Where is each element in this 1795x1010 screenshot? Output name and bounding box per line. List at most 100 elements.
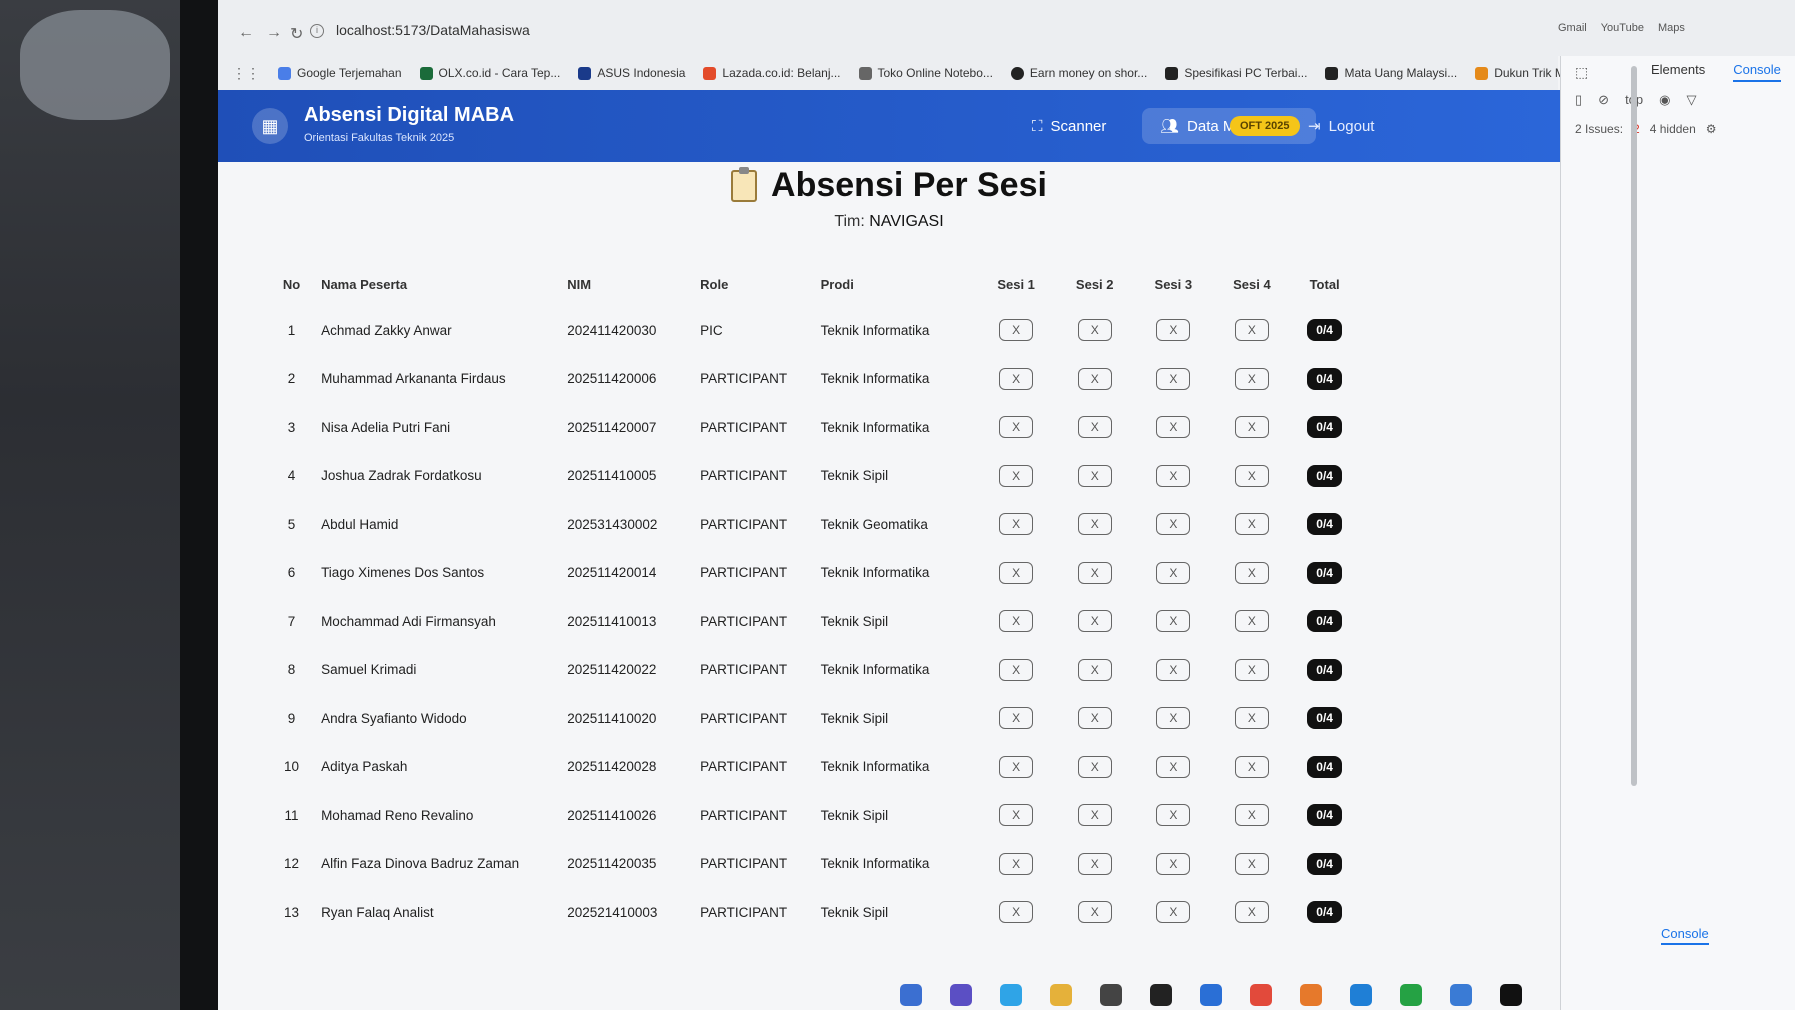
back-icon[interactable]: ← (238, 24, 254, 42)
absent-mark-button[interactable]: X (1077, 464, 1112, 487)
eye-icon[interactable]: ◉ (1659, 92, 1670, 108)
bookmark-item[interactable]: Lazada.co.id: Belanj... (703, 66, 841, 80)
absent-mark-button[interactable]: X (1156, 852, 1191, 875)
absent-mark-button[interactable]: X (1234, 755, 1269, 778)
taskbar-app-icon[interactable] (950, 984, 972, 1006)
absent-mark-button[interactable]: X (1234, 901, 1269, 924)
absent-mark-button[interactable]: X (999, 901, 1034, 924)
taskbar-app-icon[interactable] (1450, 984, 1472, 1006)
sidebar-toggle-icon[interactable]: ▯ (1575, 92, 1582, 108)
absent-mark-button[interactable]: X (999, 707, 1034, 730)
absent-mark-button[interactable]: X (999, 464, 1034, 487)
taskbar-app-icon[interactable] (1350, 984, 1372, 1006)
absent-mark-button[interactable]: X (1077, 901, 1112, 924)
absent-mark-button[interactable]: X (1156, 610, 1191, 633)
absent-mark-button[interactable]: X (1156, 319, 1191, 342)
url-field[interactable]: localhost:5173/DataMahasiswa (336, 22, 530, 38)
devtools-tabs: Elements Console (1651, 62, 1781, 82)
tab-elements[interactable]: Elements (1651, 62, 1705, 82)
absent-mark-button[interactable]: X (999, 416, 1034, 439)
absent-mark-button[interactable]: X (1077, 513, 1112, 536)
session-cell-3: X (1134, 694, 1213, 743)
absent-mark-button[interactable]: X (1234, 367, 1269, 390)
absent-mark-button[interactable]: X (1234, 658, 1269, 681)
tab-console[interactable]: Console (1733, 62, 1781, 82)
taskbar-app-icon[interactable] (1200, 984, 1222, 1006)
bookmark-maps[interactable]: Maps (1658, 22, 1685, 34)
absent-mark-button[interactable]: X (1077, 319, 1112, 342)
bookmark-item[interactable]: Toko Online Notebo... (858, 66, 993, 80)
taskbar-app-icon[interactable] (1100, 984, 1122, 1006)
absent-mark-button[interactable]: X (1156, 561, 1191, 584)
absent-mark-button[interactable]: X (999, 367, 1034, 390)
issues-bar[interactable]: 2 Issues: 2 4 hidden ⚙ (1575, 122, 1717, 136)
absent-mark-button[interactable]: X (1077, 561, 1112, 584)
inspect-icon[interactable]: ⬚ (1575, 64, 1588, 81)
absent-mark-button[interactable]: X (1156, 755, 1191, 778)
bookmark-item[interactable]: Spesifikasi PC Terbai... (1165, 66, 1307, 80)
absent-mark-button[interactable]: X (1077, 804, 1112, 827)
absent-mark-button[interactable]: X (999, 561, 1034, 584)
absent-mark-button[interactable]: X (1156, 464, 1191, 487)
absent-mark-button[interactable]: X (999, 658, 1034, 681)
reload-icon[interactable]: ↻ (290, 24, 303, 44)
absent-mark-button[interactable]: X (1234, 804, 1269, 827)
site-info-icon[interactable]: i (310, 24, 324, 38)
absent-mark-button[interactable]: X (1156, 658, 1191, 681)
apps-grid-icon[interactable]: ⋮⋮ (232, 65, 260, 82)
filter-icon[interactable]: ▽ (1686, 92, 1696, 108)
taskbar-app-icon[interactable] (1300, 984, 1322, 1006)
absent-mark-button[interactable]: X (999, 804, 1034, 827)
absent-mark-button[interactable]: X (1077, 658, 1112, 681)
absent-mark-button[interactable]: X (1234, 416, 1269, 439)
forward-icon[interactable]: → (266, 24, 282, 42)
taskbar-app-icon[interactable] (1400, 984, 1422, 1006)
bookmark-favicon (278, 66, 291, 80)
col-sesi-4: Sesi 4 (1233, 276, 1271, 292)
absent-mark-button[interactable]: X (999, 755, 1034, 778)
absent-mark-button[interactable]: X (1156, 707, 1191, 730)
taskbar-app-icon[interactable] (1150, 984, 1172, 1006)
absent-mark-button[interactable]: X (1156, 416, 1191, 439)
absent-mark-button[interactable]: X (1156, 513, 1191, 536)
drawer-tab-console[interactable]: Console (1661, 926, 1709, 945)
absent-mark-button[interactable]: X (1156, 367, 1191, 390)
absent-mark-button[interactable]: X (999, 513, 1034, 536)
taskbar-app-icon[interactable] (1050, 984, 1072, 1006)
absent-mark-button[interactable]: X (1234, 610, 1269, 633)
absent-mark-button[interactable]: X (1234, 319, 1269, 342)
taskbar-app-icon[interactable] (1000, 984, 1022, 1006)
bookmark-youtube[interactable]: YouTube (1601, 22, 1644, 34)
absent-mark-button[interactable]: X (1077, 755, 1112, 778)
nav-scanner[interactable]: ⛶ Scanner (1014, 108, 1124, 144)
absent-mark-button[interactable]: X (1234, 707, 1269, 730)
absent-mark-button[interactable]: X (999, 610, 1034, 633)
absent-mark-button[interactable]: X (1234, 561, 1269, 584)
bookmark-item[interactable]: ASUS Indonesia (578, 66, 685, 80)
absent-mark-button[interactable]: X (1234, 513, 1269, 536)
page-scrollbar[interactable] (1631, 66, 1637, 786)
absent-mark-button[interactable]: X (1156, 804, 1191, 827)
absent-mark-button[interactable]: X (999, 852, 1034, 875)
logout-button[interactable]: ⇥ Logout (1308, 108, 1374, 144)
absent-mark-button[interactable]: X (1077, 416, 1112, 439)
absent-mark-button[interactable]: X (1234, 852, 1269, 875)
clear-console-icon[interactable]: ⊘ (1598, 92, 1609, 108)
absent-mark-button[interactable]: X (1077, 367, 1112, 390)
participant-prodi: Teknik Geomatika (820, 516, 928, 532)
absent-mark-button[interactable]: X (1156, 901, 1191, 924)
bookmark-item[interactable]: Mata Uang Malaysi... (1325, 66, 1457, 80)
absent-mark-button[interactable]: X (1077, 852, 1112, 875)
settings-gear-icon[interactable]: ⚙ (1706, 122, 1717, 136)
absent-mark-button[interactable]: X (1234, 464, 1269, 487)
bookmark-item[interactable]: OLX.co.id - Cara Tep... (419, 66, 560, 80)
absent-mark-button[interactable]: X (1077, 707, 1112, 730)
taskbar-app-icon[interactable] (900, 984, 922, 1006)
absent-mark-button[interactable]: X (999, 319, 1034, 342)
bookmark-gmail[interactable]: Gmail (1558, 22, 1587, 34)
bookmark-item[interactable]: Google Terjemahan (278, 66, 402, 80)
absent-mark-button[interactable]: X (1077, 610, 1112, 633)
taskbar-app-icon[interactable] (1500, 984, 1522, 1006)
bookmark-item[interactable]: Earn money on shor... (1010, 66, 1147, 80)
taskbar-app-icon[interactable] (1250, 984, 1272, 1006)
